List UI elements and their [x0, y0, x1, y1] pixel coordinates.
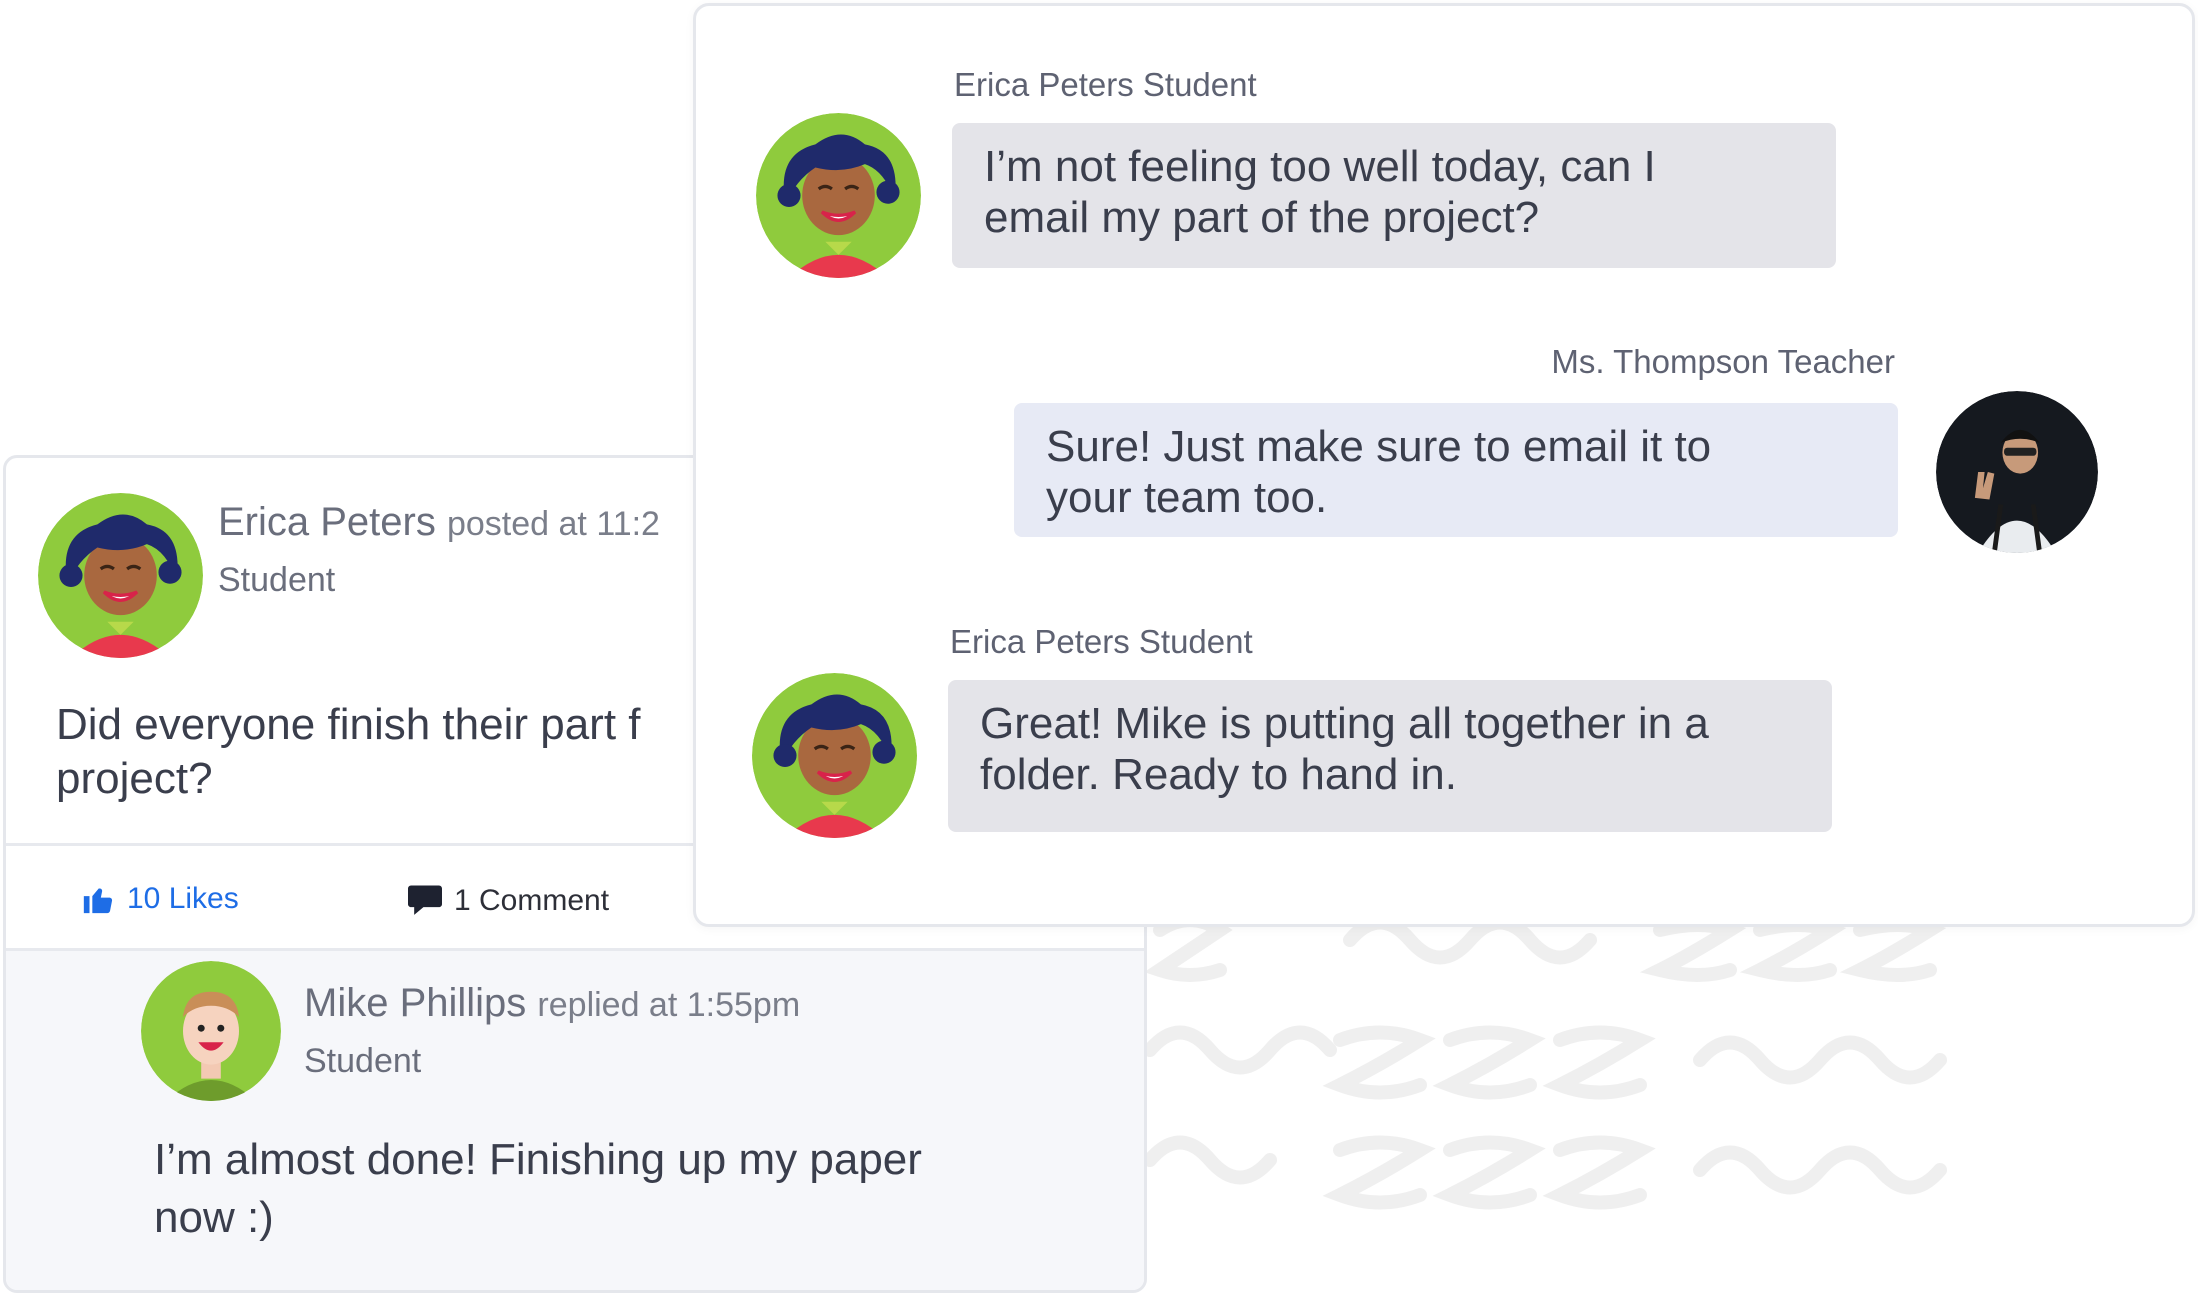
chat-message-bubble: Sure! Just make sure to email it to your… — [1014, 403, 1898, 537]
chat-sender-name: Ms. Thompson Teacher — [1551, 343, 1895, 380]
comments-count: 1 Comment — [454, 884, 610, 917]
post-author-role: Student — [218, 561, 336, 599]
chat-message-bubble: Great! Mike is putting all together in a… — [948, 680, 1832, 832]
erica-peters-avatar[interactable] — [752, 673, 917, 838]
like-button[interactable]: 10 Likes — [81, 882, 239, 916]
reply-item: Mike Phillips replied at 1:55pm Student … — [6, 948, 1144, 1290]
reply-author: Mike Phillips replied at 1:55pm — [304, 981, 800, 1026]
reply-timestamp: replied at 1:55pm — [537, 986, 801, 1024]
reply-body: I’m almost done! Finishing up my paper n… — [154, 1135, 922, 1242]
erica-peters-avatar[interactable] — [38, 493, 203, 658]
likes-count: 10 Likes — [127, 882, 239, 915]
comment-button[interactable]: 1 Comment — [406, 884, 609, 918]
thumbs-up-icon — [83, 888, 113, 914]
post-author-name[interactable]: Erica Peters — [218, 500, 436, 544]
mike-phillips-avatar[interactable] — [141, 961, 281, 1101]
chat-message-bubble: I’m not feeling too well today, can I em… — [952, 123, 1836, 268]
ms-thompson-avatar[interactable] — [1936, 391, 2098, 553]
chat-sender-name: Erica Peters Student — [954, 66, 1257, 103]
erica-peters-avatar[interactable] — [756, 113, 921, 278]
speech-bubble-icon — [408, 885, 442, 915]
decorative-squiggles — [1143, 913, 1947, 1210]
reply-author-name[interactable]: Mike Phillips — [304, 981, 526, 1025]
chat-sender-name: Erica Peters Student — [950, 623, 1253, 660]
post-author: Erica Peters posted at 11:2 — [218, 500, 660, 545]
post-timestamp: posted at 11:2 — [446, 505, 660, 543]
chat-window: Erica Peters Student I’m not feeling too… — [693, 3, 2195, 927]
reply-author-role: Student — [304, 1042, 422, 1080]
